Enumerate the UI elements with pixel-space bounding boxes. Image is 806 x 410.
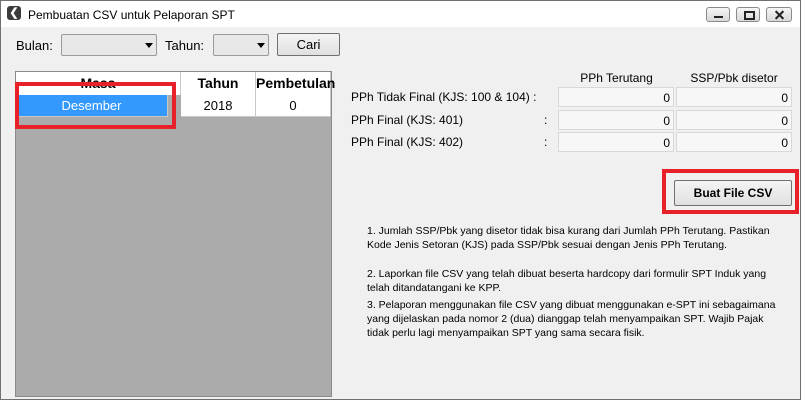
pph-row-label: PPh Tidak Final (KJS: 100 & 104) : <box>351 90 537 104</box>
grid-header: Masa Tahun Pembetulan <box>16 72 335 95</box>
chevron-down-icon <box>145 43 153 48</box>
pph-disetor-field: 0 <box>676 87 792 107</box>
pph-row-label: PPh Final (KJS: 402) <box>351 135 464 149</box>
close-button[interactable] <box>766 7 792 22</box>
column-header-terutang: PPh Terutang <box>580 71 653 85</box>
cell-masa[interactable]: Desember <box>16 95 168 117</box>
buat-file-csv-button[interactable]: Buat File CSV <box>674 180 792 206</box>
column-header-disetor: SSP/Pbk disetor <box>690 71 778 85</box>
pph-row-colon: : <box>544 113 548 127</box>
pph-terutang-field: 0 <box>558 87 674 107</box>
pph-terutang-field: 0 <box>558 110 674 130</box>
cell-pembetulan[interactable]: 0 <box>256 95 331 117</box>
grid-gap <box>168 95 181 117</box>
cell-tahun[interactable]: 2018 <box>181 95 256 117</box>
masa-grid[interactable]: Masa Tahun Pembetulan Desember 2018 0 <box>15 71 335 397</box>
pph-row-colon: : <box>544 135 548 149</box>
pph-terutang-field: 0 <box>558 132 674 152</box>
window-title: Pembuatan CSV untuk Pelaporan SPT <box>28 8 235 22</box>
main-window: ❮ Pembuatan CSV untuk Pelaporan SPT Bula… <box>0 0 801 400</box>
bulan-select[interactable] <box>61 34 157 56</box>
table-row[interactable]: Desember 2018 0 <box>16 95 331 117</box>
bulan-label: Bulan: <box>16 38 53 53</box>
maximize-icon <box>737 8 759 21</box>
tahun-label: Tahun: <box>165 38 205 53</box>
chevron-down-icon <box>257 43 265 48</box>
desktop-background <box>0 400 806 410</box>
minimize-button[interactable] <box>706 7 730 22</box>
app-logo-icon: ❮ <box>7 6 21 20</box>
note-3: 3. Pelaporan menggunakan file CSV yang d… <box>367 299 776 339</box>
pph-disetor-field: 0 <box>676 132 792 152</box>
cari-button[interactable]: Cari <box>277 33 340 56</box>
maximize-button[interactable] <box>736 7 760 22</box>
close-icon <box>767 8 791 21</box>
note-2: 2. Laporkan file CSV yang telah dibuat b… <box>367 268 767 294</box>
pph-disetor-field: 0 <box>676 110 792 130</box>
pph-row-label: PPh Final (KJS: 401) <box>351 113 464 127</box>
column-header-masa[interactable]: Masa <box>16 72 181 95</box>
column-header-pembetulan[interactable]: Pembetulan <box>256 72 335 95</box>
note-1: 1. Jumlah SSP/Pbk yang disetor tidak bis… <box>367 225 770 251</box>
minimize-icon <box>707 8 729 21</box>
title-bar[interactable]: ❮ Pembuatan CSV untuk Pelaporan SPT <box>1 1 800 27</box>
tahun-select[interactable] <box>213 34 269 56</box>
column-header-tahun[interactable]: Tahun <box>181 72 256 95</box>
